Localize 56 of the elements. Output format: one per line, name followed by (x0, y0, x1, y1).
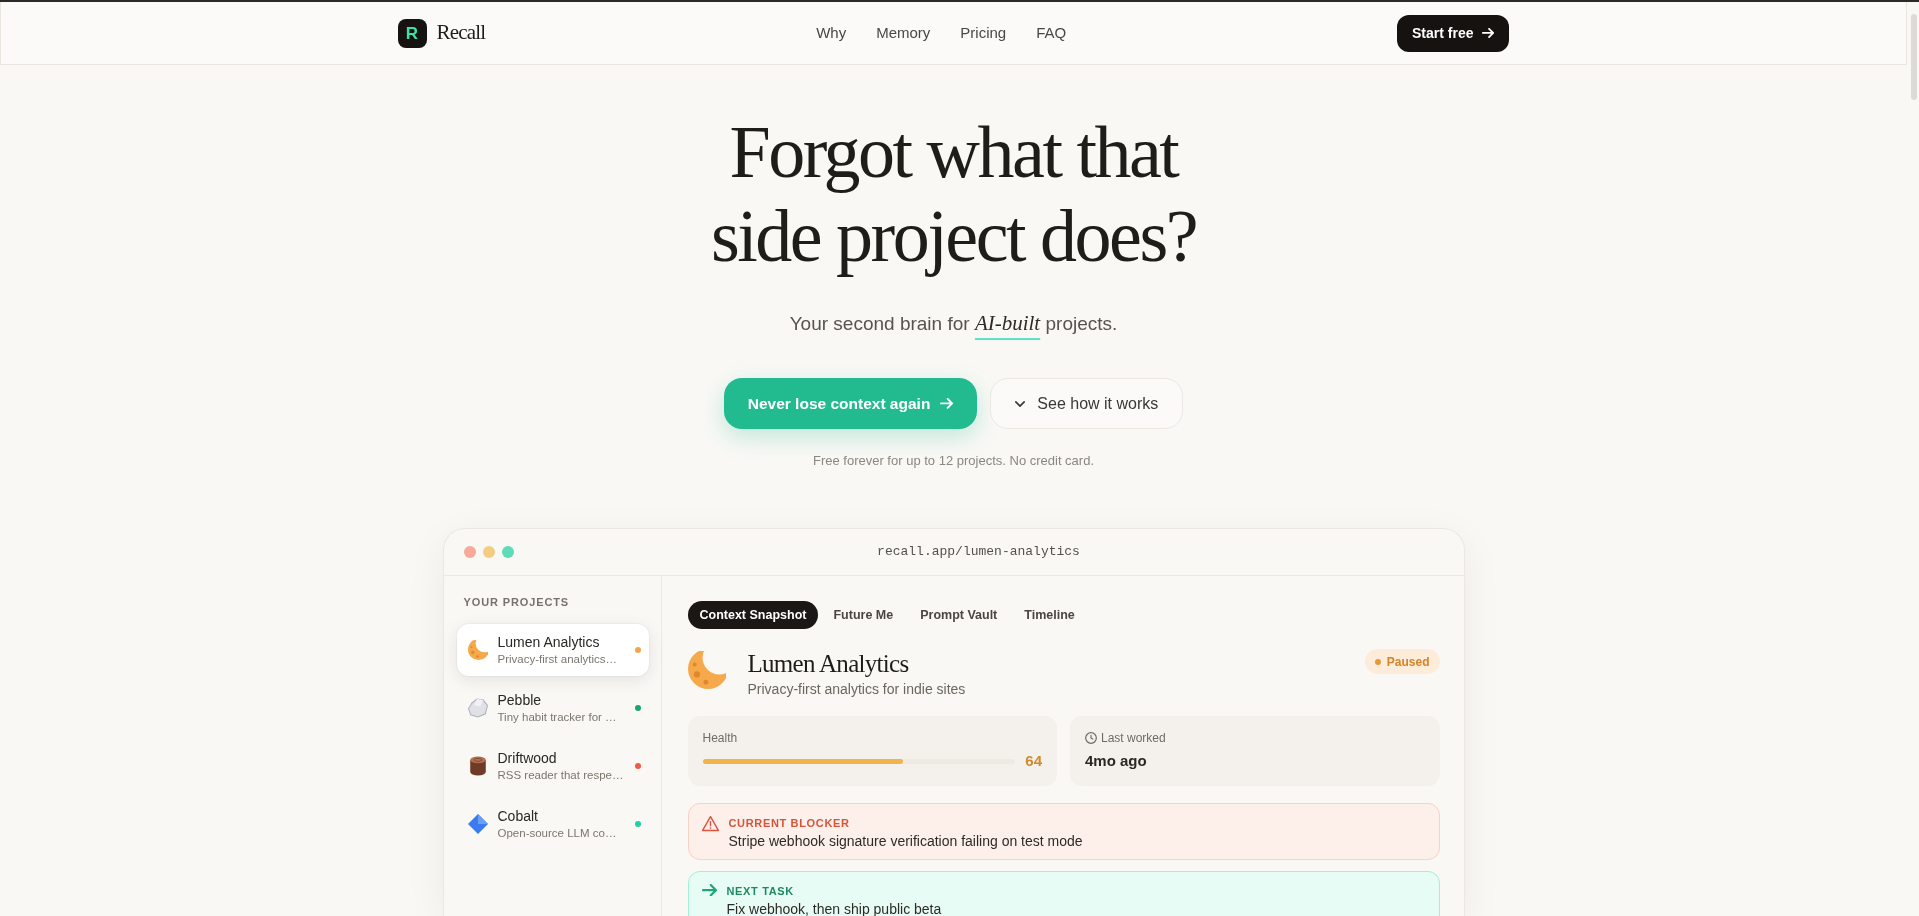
project-description: RSS reader that respe… (497, 768, 625, 783)
notice-title: NEXT TASK (726, 884, 795, 898)
url-text: recall.app/lumen-analytics (877, 544, 1080, 560)
notice-title: CURRENT BLOCKER (728, 816, 851, 830)
hero-title: Forgot what that side project does? (709, 110, 1198, 278)
status-label: Paused (1386, 653, 1430, 671)
project-subtitle: Privacy-first analytics for indie sites (747, 680, 966, 699)
project-name: Lumen Analytics (497, 633, 601, 651)
brand-link[interactable]: Recall (436, 17, 486, 49)
project-description: Open-source LLM co… (497, 826, 618, 841)
project-title: Lumen Analytics (747, 649, 910, 679)
tab[interactable]: Timeline (1012, 601, 1087, 629)
maximize-dot-icon (501, 546, 514, 558)
project-name: Pebble (497, 691, 543, 709)
warning-icon (701, 816, 719, 832)
sidebar-heading: YOUR PROJECTS (462, 595, 571, 609)
health-value: 64 (1025, 751, 1042, 771)
hero-subtitle: Your second brain for AI-built projects. (789, 310, 1118, 337)
nav-link[interactable]: Pricing (960, 21, 1007, 45)
nav-link[interactable]: Why (816, 21, 847, 45)
last-worked-value: 4mo ago (1085, 751, 1147, 771)
logo-mark: R (397, 18, 427, 48)
close-dot-icon (463, 546, 476, 558)
moon-icon (687, 651, 726, 689)
scrollbar-thumb[interactable] (1911, 14, 1917, 100)
notice-text: Stripe webhook signature verification failing on test mode (728, 832, 1083, 851)
start-free-button[interactable]: Start free (1397, 14, 1510, 52)
project-item[interactable]: Pebble Tiny habit tracker for … (456, 682, 649, 734)
project-description: Privacy-first analytics… (497, 652, 618, 667)
project-name: Driftwood (497, 749, 558, 767)
project-description: Tiny habit tracker for … (497, 710, 618, 725)
rock-icon (467, 698, 488, 718)
tab[interactable]: Future Me (821, 601, 906, 629)
project-item[interactable]: Lumen Analytics Privacy-first analytics… (456, 624, 649, 676)
hero-note: Free forever for up to 12 projects. No credit card. (812, 452, 1095, 470)
minimize-dot-icon (482, 546, 495, 558)
clock-icon (1085, 732, 1097, 744)
last-worked-label: Last worked (1101, 730, 1166, 746)
notice-text: Fix webhook, then ship public beta (726, 900, 942, 916)
status-dot-icon (1374, 658, 1381, 665)
arrow-icon (1482, 28, 1495, 38)
project-name: Cobalt (497, 807, 539, 825)
project-item[interactable]: Cobalt Open-source LLM co… (456, 798, 649, 850)
project-item[interactable]: Driftwood RSS reader that respe… (456, 740, 649, 792)
nav-link[interactable]: Memory (876, 21, 931, 45)
moon-icon (467, 640, 488, 660)
tab[interactable]: Context Snapshot (687, 601, 819, 629)
arrow-icon (701, 884, 717, 897)
health-label: Health (702, 730, 739, 746)
log-icon (467, 756, 488, 776)
tab[interactable]: Prompt Vault (908, 601, 1010, 629)
diamond-icon (467, 814, 488, 834)
nav-link[interactable]: FAQ (1036, 21, 1067, 45)
arrow-icon (940, 398, 954, 409)
chevron-down-icon (1015, 400, 1026, 407)
see-how-button[interactable]: See how it works (990, 378, 1184, 429)
